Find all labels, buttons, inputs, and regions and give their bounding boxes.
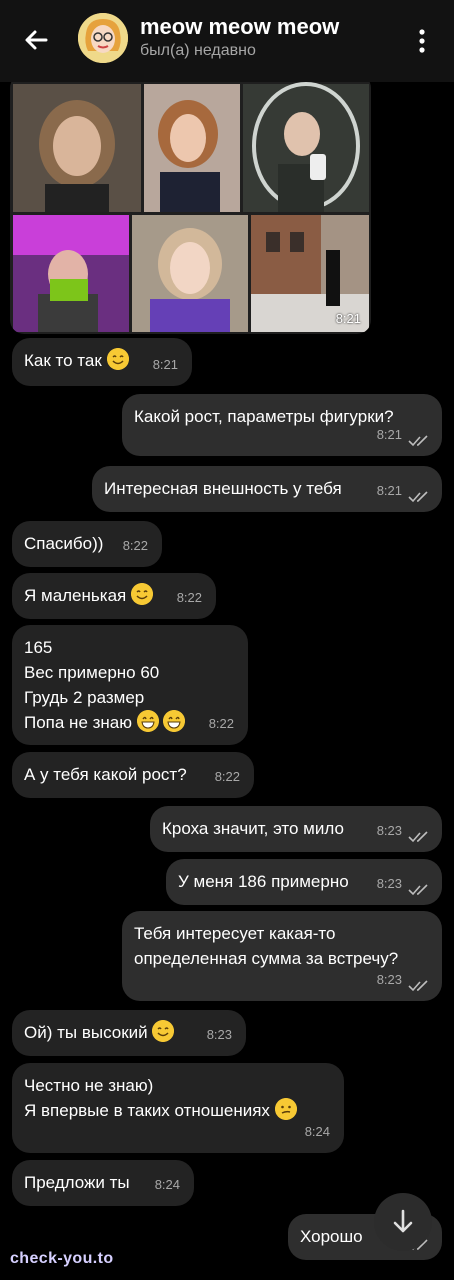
photo-thumbnail[interactable] xyxy=(243,82,369,212)
read-check-icon xyxy=(408,831,428,843)
message-time: 8:22 xyxy=(122,538,148,553)
message-bubble-incoming[interactable]: Предложи ты 8:24 xyxy=(12,1160,194,1206)
smile-emoji-icon xyxy=(152,1020,175,1042)
read-check-icon xyxy=(408,884,428,896)
photo-thumbnail[interactable] xyxy=(13,215,129,332)
message-line: Попа не знаю xyxy=(24,713,133,732)
chat-header: meow meow meow был(а) недавно xyxy=(0,0,454,82)
message-time: 8:22 xyxy=(208,716,234,731)
smile-emoji-icon xyxy=(106,348,129,370)
read-check-icon xyxy=(408,435,428,447)
message-bubble-incoming[interactable]: Спасибо)) 8:22 xyxy=(12,521,162,567)
chat-status: был(а) недавно xyxy=(140,42,256,59)
message-bubble-incoming[interactable]: Как то так 8:21 xyxy=(12,338,192,386)
message-bubble-incoming[interactable]: Ой) ты высокий 8:23 xyxy=(12,1010,246,1056)
message-bubble-incoming[interactable]: Я маленькая 8:22 xyxy=(12,573,216,619)
grinning-emoji-icon xyxy=(136,710,159,732)
message-time: 8:23 xyxy=(376,876,402,891)
photo-album[interactable]: 8:21 xyxy=(10,74,371,334)
more-vert-icon[interactable] xyxy=(412,26,432,56)
avatar-illustration xyxy=(78,13,128,63)
message-text: Спасибо)) xyxy=(24,534,104,553)
message-time: 8:23 xyxy=(206,1027,232,1042)
photo-thumbnail[interactable] xyxy=(132,215,248,332)
message-time: 8:22 xyxy=(214,769,240,784)
confused-emoji-icon xyxy=(274,1098,297,1120)
message-text: Как то так xyxy=(24,351,102,370)
message-text: Кроха значит, это мило xyxy=(162,819,344,838)
message-time: 8:21 xyxy=(152,357,178,372)
photo-grid xyxy=(10,74,371,332)
message-time: 8:24 xyxy=(304,1124,330,1139)
photo-thumbnail[interactable] xyxy=(13,84,141,212)
message-time: 8:23 xyxy=(376,823,402,838)
message-time: 8:21 xyxy=(376,427,402,442)
message-text: Интересная внешность у тебя xyxy=(104,479,342,498)
photo-time: 8:21 xyxy=(335,311,361,326)
message-bubble-outgoing[interactable]: Какой рост, параметры фигурки? 8:21 xyxy=(122,394,442,456)
message-bubble-outgoing[interactable]: Тебя интересует какая-то определенная су… xyxy=(122,911,442,1001)
watermark: check-you.to xyxy=(10,1250,114,1267)
message-time: 8:23 xyxy=(376,972,402,987)
read-check-icon xyxy=(408,980,428,992)
message-text: Я маленькая xyxy=(24,586,127,605)
message-text: Предложи ты xyxy=(24,1173,130,1192)
message-line: Тебя интересует какая-то xyxy=(134,924,336,943)
chat-title[interactable]: meow meow meow xyxy=(140,14,339,40)
message-bubble-incoming[interactable]: 165 Вес примерно 60 Грудь 2 размер Попа … xyxy=(12,625,248,745)
message-bubble-incoming[interactable]: Честно не знаю) Я впервые в таких отноше… xyxy=(12,1063,344,1153)
smile-emoji-icon xyxy=(130,583,153,605)
scroll-down-button[interactable] xyxy=(374,1193,432,1251)
message-text: Ой) ты высокий xyxy=(24,1023,148,1042)
message-bubble-outgoing[interactable]: Кроха значит, это мило 8:23 xyxy=(150,806,442,852)
message-line: Я впервые в таких отношениях xyxy=(24,1101,270,1120)
grinning-emoji-icon xyxy=(163,710,186,732)
message-bubble-incoming[interactable]: А у тебя какой рост? 8:22 xyxy=(12,752,254,798)
message-text: Какой рост, параметры фигурки? xyxy=(134,407,394,426)
avatar[interactable] xyxy=(78,13,128,63)
message-time: 8:21 xyxy=(376,483,402,498)
message-time: 8:24 xyxy=(154,1177,180,1192)
message-bubble-outgoing[interactable]: Интересная внешность у тебя 8:21 xyxy=(92,466,442,512)
back-arrow-icon[interactable] xyxy=(20,24,52,56)
arrow-down-icon xyxy=(393,1209,413,1233)
message-line: 165 xyxy=(24,638,53,657)
photo-thumbnail[interactable] xyxy=(144,84,240,212)
message-line: Вес примерно 60 xyxy=(24,663,160,682)
message-time: 8:22 xyxy=(176,590,202,605)
message-line: Грудь 2 размер xyxy=(24,688,145,707)
read-check-icon xyxy=(408,491,428,503)
message-bubble-outgoing[interactable]: У меня 186 примерно 8:23 xyxy=(166,859,442,905)
message-text: У меня 186 примерно xyxy=(178,872,349,891)
message-text: А у тебя какой рост? xyxy=(24,765,187,784)
message-line: Честно не знаю) xyxy=(24,1076,154,1095)
message-text: Хорошо xyxy=(300,1227,363,1246)
